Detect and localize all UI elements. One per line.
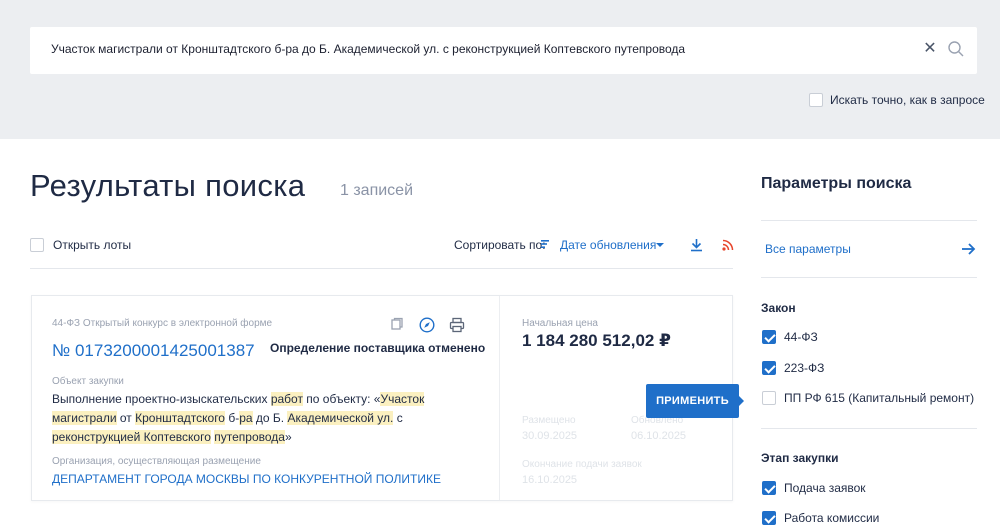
deadline-date: 16.10.2025 <box>522 474 578 486</box>
open-lots-option[interactable]: Открыть лоты <box>30 237 131 253</box>
divider <box>761 220 977 221</box>
text-fragment: от <box>116 411 136 425</box>
sort-dropdown[interactable]: Дате обновления <box>560 238 656 252</box>
results-count: 1 записей <box>340 182 414 199</box>
download-icon[interactable] <box>690 238 703 252</box>
arrow-right-icon[interactable] <box>961 242 976 256</box>
open-lots-checkbox[interactable] <box>30 238 44 252</box>
open-lots-label: Открыть лоты <box>53 238 132 252</box>
procurement-type: 44-ФЗ Открытый конкурс в электронной фор… <box>52 318 273 329</box>
card-actions <box>389 317 465 333</box>
divider <box>761 428 977 429</box>
sort-label: Сортировать по: <box>454 238 546 252</box>
status-text: Определение поставщика отменено <box>270 341 486 355</box>
object-label: Объект закупки <box>52 376 124 387</box>
divider <box>761 277 977 278</box>
law-checkbox-44[interactable] <box>762 330 776 344</box>
result-card: 44-ФЗ Открытый конкурс в электронной фор… <box>31 295 733 501</box>
price-label: Начальная цена <box>522 318 598 329</box>
highlighted-term: Кронштадтского <box>135 411 225 425</box>
text-fragment: б- <box>224 411 240 425</box>
exact-search-checkbox[interactable] <box>809 93 823 107</box>
text-fragment: с <box>393 411 403 425</box>
stage-option-commission[interactable]: Работа комиссии <box>762 510 879 526</box>
highlighted-term: реконструкцией Коптевского <box>52 430 211 444</box>
apply-button-pointer <box>739 396 744 406</box>
search-icon[interactable] <box>947 40 965 58</box>
procurement-number-link[interactable]: № 0173200001425001387 <box>52 341 255 361</box>
text-fragment: » <box>284 430 292 444</box>
highlighted-term: путепровода <box>214 430 285 444</box>
highlighted-term: работ <box>270 392 303 406</box>
highlighted-term: ра <box>239 411 253 425</box>
stage-checkbox[interactable] <box>762 481 776 495</box>
text-fragment: Выполнение проектно-изыскательских <box>52 392 271 406</box>
law-checkbox-615[interactable] <box>762 391 776 405</box>
stage-label: Работа комиссии <box>784 511 880 525</box>
price-value: 1 184 280 512,02 ₽ <box>522 331 671 350</box>
law-label: 223-ФЗ <box>784 361 825 375</box>
search-input[interactable]: Участок магистрали от Кронштадтского б-р… <box>51 42 685 56</box>
apply-button[interactable]: ПРИМЕНИТЬ <box>646 384 739 418</box>
sidebar-title: Параметры поиска <box>761 175 912 192</box>
updated-date: 06.10.2025 <box>631 430 687 442</box>
stage-option-applications[interactable]: Подача заявок <box>762 480 866 496</box>
compass-icon[interactable] <box>419 317 435 333</box>
placed-label: Размещено <box>522 415 576 426</box>
text-fragment: по объекту: « <box>302 392 381 406</box>
law-option-44[interactable]: 44-ФЗ <box>762 329 818 345</box>
search-box[interactable]: Участок магистрали от Кронштадтского б-р… <box>30 27 977 74</box>
all-params-link[interactable]: Все параметры <box>765 242 851 256</box>
divider <box>30 268 733 269</box>
placed-date: 30.09.2025 <box>522 430 578 442</box>
law-checkbox-223[interactable] <box>762 361 776 375</box>
law-label: 44-ФЗ <box>784 330 818 344</box>
object-description: Выполнение проектно-изыскательских работ… <box>52 390 492 447</box>
sort-icon <box>541 240 549 248</box>
deadline-label: Окончание подачи заявок <box>522 459 642 470</box>
highlighted-term: Академической ул. <box>287 411 394 425</box>
page-heading-fragment <box>30 0 120 4</box>
stage-section-title: Этап закупки <box>761 451 839 465</box>
page-title: Результаты поиска <box>30 168 306 203</box>
chevron-down-icon[interactable] <box>655 242 665 248</box>
law-option-615[interactable]: ПП РФ 615 (Капитальный ремонт) <box>762 390 974 406</box>
exact-search-option[interactable]: Искать точно, как в запросе <box>809 92 985 108</box>
organization-link[interactable]: ДЕПАРТАМЕНТ ГОРОДА МОСКВЫ ПО КОНКУРЕНТНО… <box>52 472 441 486</box>
stage-label: Подача заявок <box>784 481 866 495</box>
law-label: ПП РФ 615 (Капитальный ремонт) <box>784 391 975 405</box>
rss-icon[interactable] <box>722 239 734 251</box>
exact-search-label: Искать точно, как в запросе <box>830 93 985 107</box>
organization-label: Организация, осуществляющая размещение <box>52 456 261 467</box>
print-icon[interactable] <box>449 317 465 333</box>
copy-icon[interactable] <box>389 317 405 333</box>
stage-checkbox[interactable] <box>762 511 776 525</box>
law-section-title: Закон <box>761 301 796 315</box>
law-option-223[interactable]: 223-ФЗ <box>762 360 824 376</box>
close-icon[interactable]: ✕ <box>923 40 937 58</box>
text-fragment: до Б. <box>252 411 288 425</box>
